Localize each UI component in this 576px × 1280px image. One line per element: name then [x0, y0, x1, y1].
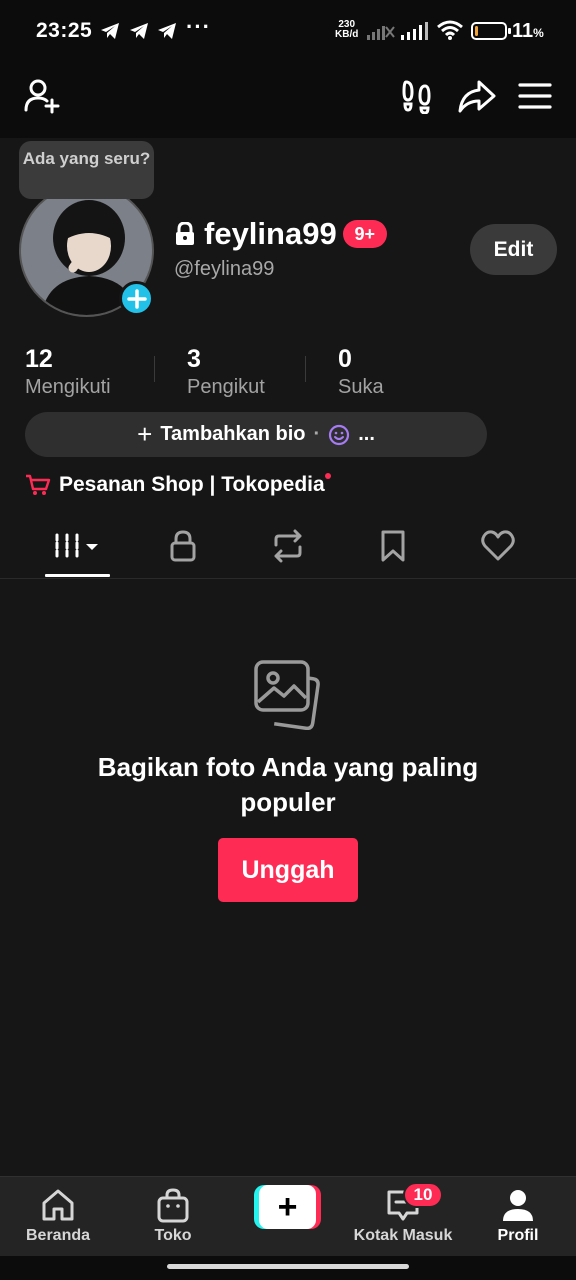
- home-icon: [42, 1189, 74, 1221]
- profile-icon: [503, 1190, 533, 1221]
- tab-favorites[interactable]: [360, 514, 425, 578]
- create-button[interactable]: +: [254, 1185, 321, 1229]
- inbox-badge: 10: [403, 1182, 443, 1208]
- nav-profile[interactable]: Profil: [478, 1177, 558, 1255]
- shopping-cart-icon: [26, 474, 51, 495]
- telegram-icon: [101, 23, 119, 39]
- nav-inbox-label: Kotak Masuk: [353, 1227, 453, 1244]
- nav-shop-label: Toko: [154, 1227, 192, 1244]
- bottom-navigation: Beranda Toko + Kotak Masuk 10 Profil: [0, 1176, 576, 1256]
- battery-percent-unit: %: [533, 26, 544, 40]
- signal-sim1-icon: [367, 26, 395, 40]
- plus-icon: +: [259, 1185, 316, 1229]
- user-handle: @feylina99: [174, 258, 275, 280]
- nav-home[interactable]: Beranda: [18, 1177, 98, 1255]
- bio-ellipsis: ...: [358, 423, 375, 445]
- bookmark-icon: [381, 530, 404, 562]
- plus-icon: +: [137, 419, 153, 449]
- battery-fill: [475, 26, 478, 36]
- stat-following[interactable]: 12 Mengikuti: [25, 344, 111, 400]
- battery-percent: 11%: [512, 20, 544, 43]
- shop-notification-dot: [324, 473, 331, 479]
- repost-icon: [274, 529, 301, 563]
- story-tooltip[interactable]: Ada yang seru?: [19, 141, 154, 199]
- private-lock-icon: [176, 222, 194, 245]
- stat-divider: [305, 356, 306, 382]
- stat-followers[interactable]: 3 Pengikut: [187, 344, 265, 400]
- top-bar: [0, 56, 576, 138]
- menu-button[interactable]: [514, 74, 556, 118]
- menu-icon: [518, 83, 552, 109]
- share-profile-button[interactable]: [456, 74, 498, 118]
- shop-orders-link[interactable]: Pesanan Shop | Tokopedia: [25, 470, 331, 500]
- nav-inbox[interactable]: Kotak Masuk: [345, 1177, 461, 1255]
- content-tabs: [0, 514, 576, 579]
- nav-profile-icon-wrap: [501, 1187, 535, 1223]
- stat-following-label: Mengikuti: [25, 376, 111, 398]
- network-speed-unit: KB/d: [335, 29, 359, 40]
- upload-button[interactable]: Unggah: [218, 838, 358, 902]
- photos-icon: [254, 660, 320, 730]
- active-tab-indicator: [45, 574, 110, 577]
- add-friend-button[interactable]: [20, 74, 64, 118]
- nav-profile-label: Profil: [497, 1227, 539, 1244]
- notification-badge[interactable]: 9+: [342, 220, 387, 248]
- telegram-icon: [130, 23, 148, 39]
- status-time: 23:25: [36, 19, 93, 42]
- plus-icon: [126, 288, 147, 309]
- wifi-icon: [437, 20, 463, 40]
- nav-shop-icon-wrap: [156, 1187, 190, 1223]
- shop-orders-label-wrap: Pesanan Shop | Tokopedia: [59, 473, 331, 497]
- nav-shop[interactable]: Toko: [133, 1177, 213, 1255]
- stat-followers-label: Pengikut: [187, 376, 265, 398]
- share-icon: [458, 80, 496, 113]
- profile-views-button[interactable]: [396, 74, 436, 118]
- tab-private[interactable]: [150, 514, 215, 578]
- smiley-icon: [329, 424, 350, 445]
- add-bio-label: Tambahkan bio: [160, 423, 306, 445]
- username: feylina99: [204, 216, 337, 251]
- add-friend-icon: [24, 79, 60, 114]
- nav-home-icon-wrap: [40, 1187, 76, 1223]
- gesture-bar-area: [0, 1256, 576, 1280]
- add-avatar-button[interactable]: [119, 281, 154, 316]
- shop-orders-label: Pesanan Shop | Tokopedia: [59, 473, 325, 496]
- tab-reposts[interactable]: [255, 514, 320, 578]
- lock-icon: [170, 530, 195, 562]
- stat-followers-count: 3: [187, 345, 201, 373]
- empty-state-title: Bagikan foto Anda yang paling populer: [97, 752, 479, 817]
- edit-profile-button[interactable]: Edit: [470, 224, 557, 275]
- network-speed: 230 KB/d: [335, 20, 358, 40]
- footprints-icon: [402, 80, 431, 114]
- username-row: feylina99 9+: [174, 214, 387, 254]
- telegram-icon: [158, 23, 176, 39]
- tab-liked[interactable]: [465, 514, 530, 578]
- more-notifications-icon: ···: [186, 14, 211, 39]
- signal-sim2-icon: [401, 22, 428, 40]
- add-bio-button[interactable]: + Tambahkan bio · ...: [25, 412, 487, 457]
- videos-grid-icon: [55, 533, 98, 559]
- battery-icon: [471, 22, 511, 40]
- tab-videos[interactable]: [45, 514, 110, 578]
- battery-percent-value: 11: [512, 20, 534, 42]
- stat-likes-label: Suka: [338, 376, 384, 398]
- profile-stats: 12 Mengikuti 3 Pengikut 0 Suka: [0, 344, 576, 404]
- shopping-bag-icon: [157, 1188, 189, 1223]
- status-bar: 23:25 ··· 230 KB/d 11%: [0, 0, 576, 56]
- stat-likes-count: 0: [338, 345, 352, 373]
- home-indicator[interactable]: [167, 1264, 409, 1269]
- bio-separator: ·: [313, 423, 321, 445]
- stat-following-count: 12: [25, 345, 53, 373]
- stat-likes[interactable]: 0 Suka: [338, 344, 384, 400]
- nav-home-label: Beranda: [25, 1227, 91, 1244]
- stat-divider: [154, 356, 155, 382]
- heart-icon: [480, 530, 515, 561]
